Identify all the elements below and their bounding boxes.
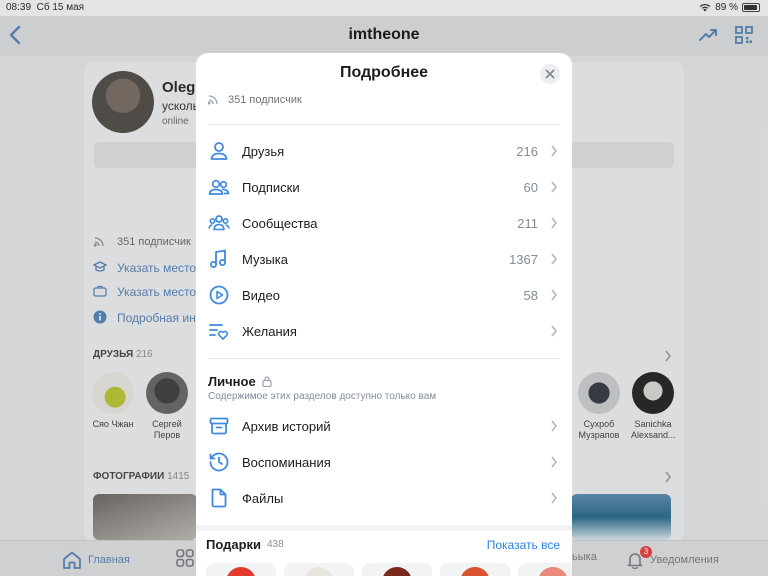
row-count: 211 [517,216,538,231]
video-icon [209,285,229,305]
row-label: Файлы [242,491,284,506]
row-friends[interactable]: Друзья 216 [196,133,572,169]
memories-icon [209,452,229,472]
gifts-count: 438 [267,539,284,550]
close-button[interactable] [540,64,560,84]
row-files[interactable]: Файлы [196,480,572,516]
chevron-right-icon [551,145,558,157]
row-label: Видео [242,288,280,303]
gift-item[interactable] [362,563,432,576]
chevron-right-icon [551,217,558,229]
gift-item[interactable] [206,563,276,576]
battery-percent: 89 % [715,2,738,13]
gift-item[interactable] [518,563,572,576]
chevron-right-icon [551,456,558,468]
wishlist-icon [209,324,229,340]
modal-subscribers: 351 подписчик [208,94,302,106]
details-modal: Подробнее 351 подписчик Друзья 216 Подпи… [196,53,572,576]
personal-section-subtitle: Содержимое этих разделов доступно только… [208,391,437,402]
file-icon [211,488,227,508]
row-memories[interactable]: Воспоминания [196,444,572,480]
chevron-right-icon [551,181,558,193]
row-label: Архив историй [242,419,331,434]
archive-icon [209,417,229,435]
section-separator [196,525,572,531]
row-label: Сообщества [242,216,318,231]
row-label: Желания [242,324,297,339]
show-all-gifts-link[interactable]: Показать все [487,538,560,552]
row-label: Друзья [242,144,285,159]
chevron-right-icon [551,325,558,337]
row-count: 58 [523,288,538,303]
status-right: 89 % [699,2,760,13]
row-wishlist[interactable]: Желания [196,313,572,349]
gift-item[interactable] [284,563,354,576]
subscribers-text: 351 подписчик [228,94,302,106]
wifi-icon [700,4,711,12]
row-label: Музыка [242,252,288,267]
battery-icon [742,3,760,12]
row-video[interactable]: Видео 58 [196,277,572,313]
row-stories-archive[interactable]: Архив историй [196,408,572,444]
modal-title: Подробнее [339,64,429,81]
personal-section-title: Личное [208,374,272,389]
users-icon [208,179,230,195]
row-communities[interactable]: Сообщества 211 [196,205,572,241]
gift-item[interactable] [440,563,510,576]
status-bar: 08:39 Сб 15 мая 89 % [0,0,768,16]
chevron-right-icon [551,420,558,432]
gifts-title: Подарки [206,537,262,552]
music-icon [210,249,226,268]
rss-icon [208,95,218,105]
row-count: 60 [523,180,538,195]
row-subscriptions[interactable]: Подписки 60 [196,169,572,205]
communities-icon [208,215,230,231]
personal-title-text: Личное [208,374,256,389]
divider [208,358,560,359]
row-count: 216 [516,144,538,159]
row-count: 1367 [509,252,538,267]
divider [208,124,560,125]
row-label: Воспоминания [242,455,331,470]
chevron-right-icon [551,492,558,504]
chevron-right-icon [551,253,558,265]
row-music[interactable]: Музыка 1367 [196,241,572,277]
chevron-right-icon [551,289,558,301]
user-icon [210,142,228,160]
lock-icon [262,376,272,387]
close-icon [545,69,555,79]
row-label: Подписки [242,180,300,195]
status-time-date: 08:39 Сб 15 мая [6,2,85,13]
